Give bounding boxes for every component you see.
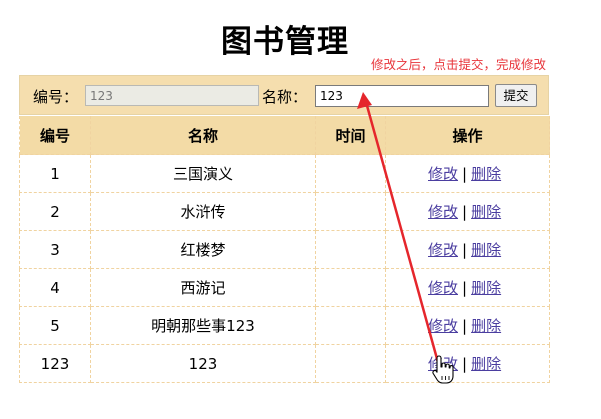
edit-link[interactable]: 修改	[428, 241, 458, 259]
delete-link[interactable]: 删除	[471, 165, 501, 183]
delete-link[interactable]: 删除	[471, 203, 501, 221]
name-label: 名称：	[262, 88, 308, 106]
edit-link[interactable]: 修改	[428, 317, 458, 335]
edit-link[interactable]: 修改	[428, 203, 458, 221]
delete-link[interactable]: 删除	[471, 355, 501, 373]
header-actions: 操作	[385, 116, 550, 155]
cell-id: 123	[19, 344, 91, 383]
submit-button[interactable]: 提交	[495, 84, 537, 107]
cell-actions: 修改 | 删除	[385, 344, 550, 383]
edit-link[interactable]: 修改	[428, 279, 458, 297]
cell-time	[315, 344, 386, 383]
cell-id: 4	[19, 268, 91, 307]
cell-name: 123	[90, 344, 316, 383]
id-label: 编号：	[33, 88, 79, 106]
action-separator: |	[462, 165, 468, 183]
table-row: 1 三国演义 修改 | 删除	[19, 154, 550, 193]
delete-link[interactable]: 删除	[471, 279, 501, 297]
table-row: 5 明朝那些事123 修改 | 删除	[19, 306, 550, 345]
action-separator: |	[462, 355, 468, 373]
cell-name: 三国演义	[90, 154, 316, 193]
edit-form: 编号： 名称： 提交	[19, 75, 549, 115]
delete-link[interactable]: 删除	[471, 241, 501, 259]
action-separator: |	[462, 241, 468, 259]
header-id: 编号	[19, 116, 91, 155]
cell-time	[315, 154, 386, 193]
table-row: 4 西游记 修改 | 删除	[19, 268, 550, 307]
cell-actions: 修改 | 删除	[385, 268, 550, 307]
cell-time	[315, 230, 386, 269]
table-row: 2 水浒传 修改 | 删除	[19, 192, 550, 231]
cell-id: 2	[19, 192, 91, 231]
edit-link[interactable]: 修改	[428, 355, 458, 373]
cell-time	[315, 306, 386, 345]
cell-name: 红楼梦	[90, 230, 316, 269]
cell-actions: 修改 | 删除	[385, 154, 550, 193]
table-row: 123 123 修改 | 删除	[19, 344, 550, 383]
header-name: 名称	[90, 116, 316, 155]
action-separator: |	[462, 203, 468, 221]
table-row: 3 红楼梦 修改 | 删除	[19, 230, 550, 269]
cell-id: 1	[19, 154, 91, 193]
cell-name: 水浒传	[90, 192, 316, 231]
cell-id: 5	[19, 306, 91, 345]
cell-actions: 修改 | 删除	[385, 306, 550, 345]
cell-actions: 修改 | 删除	[385, 230, 550, 269]
name-field[interactable]	[315, 85, 489, 107]
edit-link[interactable]: 修改	[428, 165, 458, 183]
cell-time	[315, 192, 386, 231]
delete-link[interactable]: 删除	[471, 317, 501, 335]
cell-id: 3	[19, 230, 91, 269]
annotation-note: 修改之后，点击提交，完成修改	[371, 57, 547, 72]
page-root: 图书管理 修改之后，点击提交，完成修改 编号： 名称： 提交 编号 名称 时间 …	[0, 0, 601, 419]
cell-name: 西游记	[90, 268, 316, 307]
id-field[interactable]	[85, 85, 259, 106]
action-separator: |	[462, 279, 468, 297]
cell-actions: 修改 | 删除	[385, 192, 550, 231]
cell-time	[315, 268, 386, 307]
cell-name: 明朝那些事123	[90, 306, 316, 345]
book-table: 编号 名称 时间 操作 1 三国演义 修改 | 删除 2 水浒传 修改 | 删除 3 红…	[19, 116, 550, 383]
action-separator: |	[462, 317, 468, 335]
table-header-row: 编号 名称 时间 操作	[19, 116, 550, 155]
header-time: 时间	[315, 116, 386, 155]
